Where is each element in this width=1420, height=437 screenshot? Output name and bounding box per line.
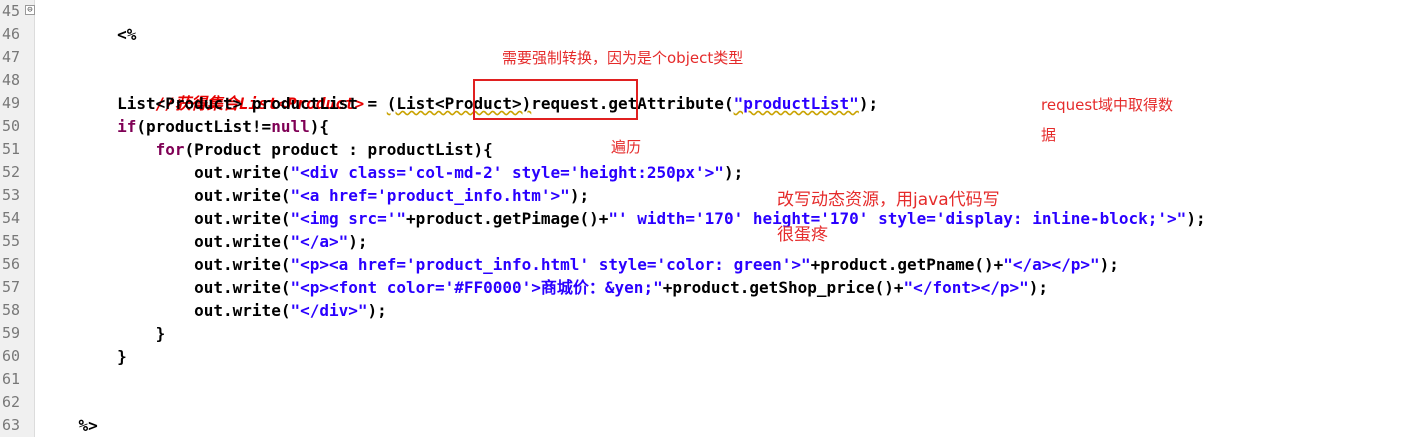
code-text: out.write( (194, 209, 291, 228)
keyword: null (271, 117, 310, 136)
string-literal: "</div>" (290, 301, 368, 320)
string-literal: "</a></p>" (1003, 255, 1100, 274)
code-text: ); (367, 301, 387, 320)
line-number: 56 (2, 255, 21, 273)
code-text: List<Product> productList = (40, 94, 387, 113)
line-number: 47 (2, 48, 21, 66)
jsp-close-tag: %> (78, 416, 98, 435)
string-literal: "productList" (733, 94, 859, 113)
line-number: 48 (2, 71, 21, 89)
annotation-request-note-cont: 据 (1041, 126, 1057, 144)
code-text: ); (1099, 255, 1119, 274)
string-literal: "<div class='col-md-2' style='height:250… (290, 163, 724, 182)
line-number: 63 (2, 416, 21, 434)
line-number: 60 (2, 347, 21, 365)
keyword: if (117, 117, 137, 136)
code-text: ); (348, 232, 368, 251)
code-text: ); (1028, 278, 1049, 297)
string-literal: "<p><a href='product_info.html' style='c… (290, 255, 811, 274)
cast-highlight-box (473, 79, 638, 120)
code-line-54[interactable]: out.write("<img src='"+product.getPimage… (40, 207, 1206, 230)
code-line-56[interactable]: out.write("<p><a href='product_info.html… (40, 253, 1119, 276)
code-text: out.write( (194, 278, 291, 297)
line-number: 62 (2, 393, 21, 411)
string-literal: "<p><font color='#FF0000'>商城价：&yen;" (290, 278, 663, 297)
annotation-dynamic-note: 改写动态资源，用java代码写 (777, 190, 1000, 210)
annotation-dynamic-note-cont: 很蛋疼 (777, 225, 828, 245)
keyword: for (155, 140, 185, 159)
code-text: out.write( (194, 255, 291, 274)
code-text: out.write( (194, 163, 291, 182)
code-line-59[interactable]: } (40, 322, 166, 345)
code-text: +product.getPname()+ (810, 255, 1004, 274)
code-text: ); (1186, 209, 1206, 228)
code-line-55[interactable]: out.write("</a>"); (40, 230, 368, 253)
line-number: 46 (2, 25, 21, 43)
code-text: (productList!= (136, 117, 272, 136)
annotation-loop-note: 遍历 (611, 138, 642, 156)
code-line-50[interactable]: if(productList!=null){ (40, 115, 329, 138)
code-line-52[interactable]: out.write("<div class='col-md-2' style='… (40, 161, 743, 184)
line-number: 59 (2, 324, 21, 342)
line-number: 55 (2, 232, 21, 250)
string-literal: "<a href='product_info.htm'>" (290, 186, 570, 205)
line-number: 54 (2, 209, 21, 227)
code-text: out.write( (194, 186, 291, 205)
code-line-58[interactable]: out.write("</div>"); (40, 299, 387, 322)
closing-brace: } (117, 347, 127, 366)
line-number: 52 (2, 163, 21, 181)
code-text: ); (858, 94, 879, 113)
string-literal: "' width='170' height='170' style='displ… (608, 209, 1187, 228)
line-number: 61 (2, 370, 21, 388)
annotation-request-note: request域中取得数 (1041, 96, 1174, 114)
code-line-45[interactable]: <% (40, 0, 136, 44)
code-line-48[interactable]: //获得集合List<Product> (40, 69, 365, 113)
annotation-cast-note: 需要强制转换，因为是个object类型 (502, 49, 744, 67)
closing-brace: } (155, 324, 166, 343)
string-literal: "<img src='" (290, 209, 407, 228)
string-literal: "</a>" (290, 232, 349, 251)
code-line-49[interactable]: List<Product> productList = (List<Produc… (40, 92, 878, 115)
line-number: 53 (2, 186, 21, 204)
code-editor[interactable]: ⊖ 45 46 47 48 49 50 51 52 53 54 55 56 57… (0, 0, 1420, 437)
code-text: out.write( (194, 301, 291, 320)
code-text: (Product product : productList){ (184, 140, 493, 159)
code-line-57[interactable]: out.write("<p><font color='#FF0000'>商城价：… (40, 276, 1048, 299)
line-number: 57 (2, 278, 21, 296)
code-line-63[interactable]: %> (40, 414, 98, 437)
code-text: out.write( (194, 232, 291, 251)
code-line-53[interactable]: out.write("<a href='product_info.htm'>")… (40, 184, 589, 207)
jsp-open-tag: <% (78, 25, 137, 44)
line-number: 49 (2, 94, 21, 112)
code-text: +product.getShop_price()+ (662, 278, 904, 297)
code-text: ); (569, 186, 590, 205)
line-number: 50 (2, 117, 21, 135)
string-literal: "</font></p>" (903, 278, 1029, 297)
line-number: 45 (2, 2, 21, 20)
code-text: ); (723, 163, 744, 182)
code-line-60[interactable]: } (40, 345, 127, 368)
line-number: 58 (2, 301, 21, 319)
code-text: ){ (309, 117, 329, 136)
line-number: 51 (2, 140, 21, 158)
code-text: +product.getPimage()+ (406, 209, 609, 228)
code-line-51[interactable]: for(Product product : productList){ (40, 138, 493, 161)
